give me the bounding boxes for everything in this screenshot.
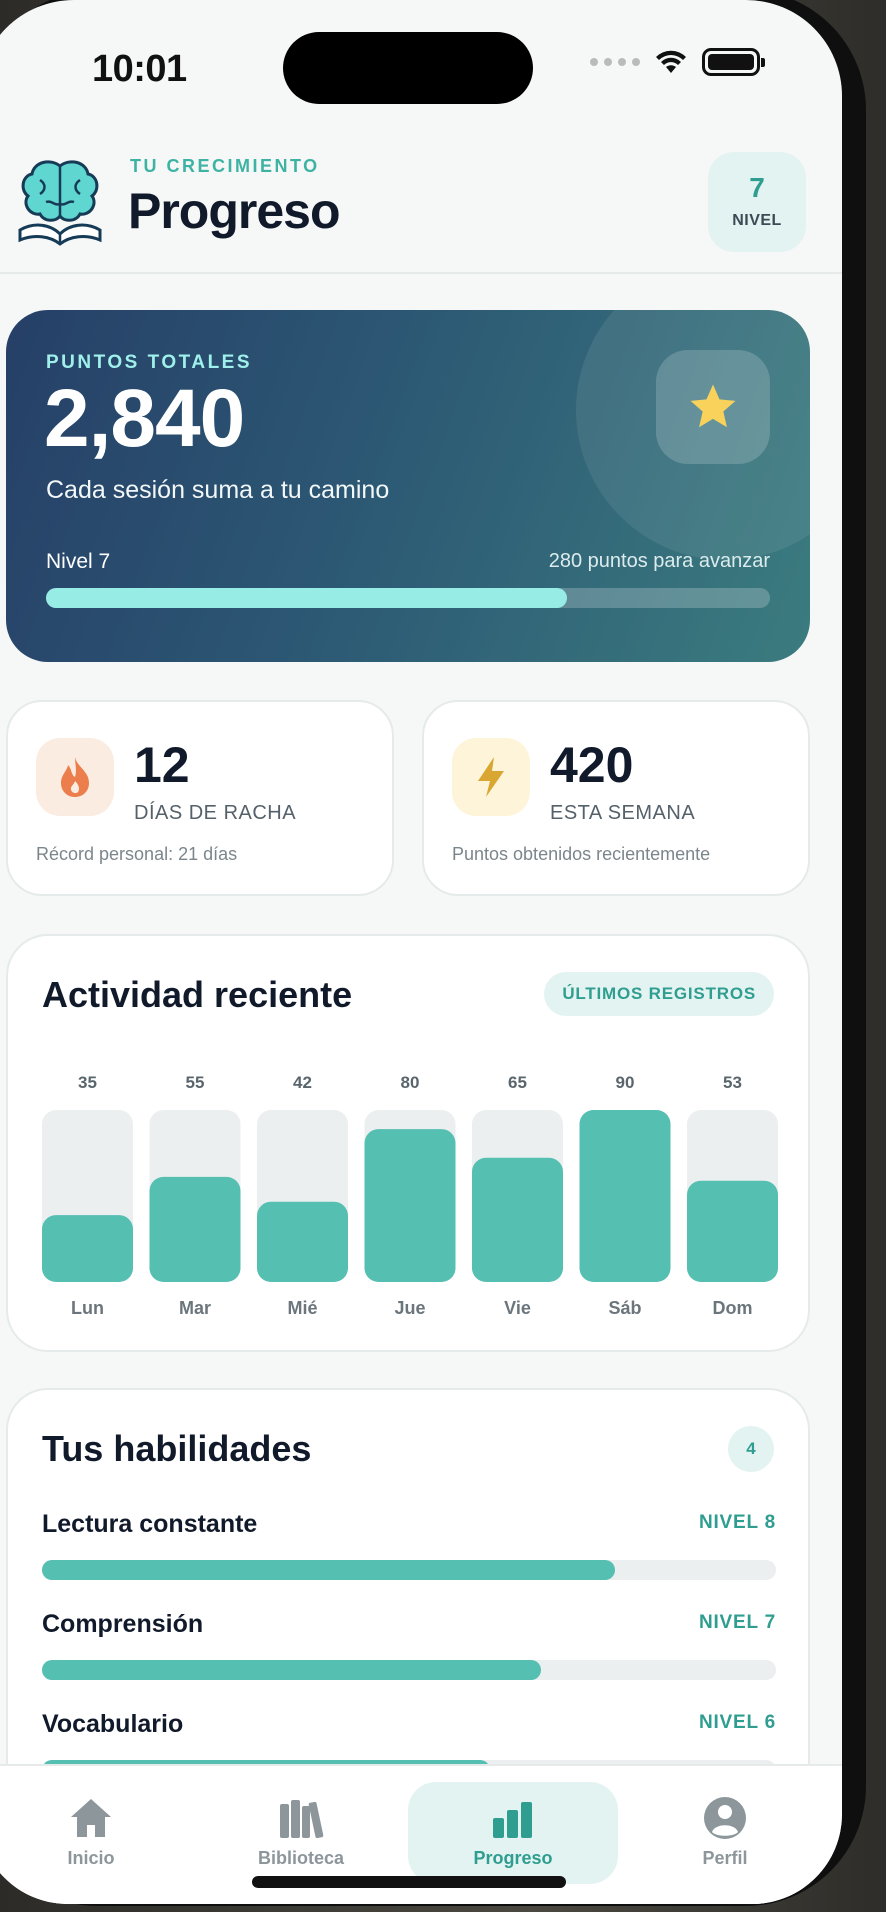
- skill-name: Comprensión: [42, 1610, 204, 1638]
- battery-icon: [702, 48, 765, 76]
- bolt-icon: [478, 757, 504, 797]
- tab-label: Inicio: [67, 1848, 115, 1868]
- tab-label: Progreso: [473, 1848, 553, 1868]
- star-badge: [656, 350, 770, 464]
- activity-bar[interactable]: [579, 1110, 671, 1282]
- tab-perfil[interactable]: Perfil: [620, 1782, 830, 1884]
- activity-title: Actividad reciente: [42, 974, 353, 1015]
- home-indicator: [252, 1876, 566, 1888]
- activity-bar[interactable]: [687, 1180, 778, 1282]
- bar-value-label: 65: [508, 1073, 527, 1092]
- bar-chart-icon: [493, 1802, 532, 1838]
- advance-hint: 280 puntos para avanzar: [548, 550, 770, 572]
- bar-value-label: 90: [616, 1073, 635, 1092]
- signal-dots-icon: [590, 58, 640, 66]
- app-screen: 10:01 TU CRECIMIENTO Progreso 7 NIVEL PU…: [0, 0, 842, 1904]
- bar-category-label: Sáb: [608, 1298, 641, 1318]
- tab-inicio[interactable]: Inicio: [0, 1782, 196, 1884]
- weekly-label: ESTA SEMANA: [550, 802, 696, 824]
- total-points-card: PUNTOS TOTALES 2,840 Cada sesión suma a …: [6, 310, 810, 662]
- weekly-value: 420: [550, 737, 634, 793]
- weekly-icon-box: [452, 738, 530, 816]
- home-icon: [71, 1799, 111, 1837]
- streak-label: DÍAS DE RACHA: [134, 802, 297, 824]
- tab-label: Biblioteca: [257, 1848, 345, 1868]
- skill-progress-track: [42, 1560, 776, 1580]
- activity-bar[interactable]: [257, 1201, 348, 1282]
- points-value: 2,840: [44, 373, 245, 464]
- bar-value-label: 53: [723, 1073, 742, 1092]
- bar-category-label: Vie: [504, 1298, 531, 1318]
- bar-category-label: Dom: [713, 1298, 753, 1318]
- activity-bar[interactable]: [149, 1176, 241, 1282]
- level-progress-fill: [46, 588, 568, 608]
- skills-title: Tus habilidades: [42, 1428, 312, 1469]
- star-icon: [690, 384, 736, 428]
- skill-level: NIVEL 7: [698, 1612, 776, 1633]
- latest-records-pill[interactable]: ÚLTIMOS REGISTROS: [544, 972, 774, 1016]
- page-header: TU CRECIMIENTO Progreso 7 NIVEL: [0, 130, 842, 274]
- page-title: Progreso: [128, 183, 341, 239]
- tab-progreso[interactable]: Progreso: [408, 1782, 618, 1884]
- skill-item[interactable]: Lectura constante NIVEL 8: [42, 1510, 776, 1580]
- activity-bar[interactable]: [364, 1129, 456, 1282]
- dynamic-island: [283, 32, 533, 104]
- bar-category-label: Mar: [179, 1298, 211, 1318]
- bar-category-label: Jue: [394, 1298, 425, 1318]
- wifi-icon: [656, 50, 686, 73]
- streak-value: 12: [134, 737, 190, 793]
- phone-frame: 10:01 TU CRECIMIENTO Progreso 7 NIVEL PU…: [0, 0, 866, 1906]
- skill-item[interactable]: Vocabulario NIVEL 6: [42, 1710, 776, 1780]
- skill-progress-fill: [42, 1560, 615, 1580]
- streak-note: Récord personal: 21 días: [36, 844, 238, 864]
- skill-name: Lectura constante: [42, 1510, 258, 1538]
- bar-value-label: 35: [78, 1073, 97, 1092]
- activity-bar-chart: 35 Lun 55 Mar 42 Mié 80 Jue 65 Vie 90 Sáb 53 Dom: [42, 1073, 778, 1318]
- level-badge[interactable]: 7 NIVEL: [708, 152, 806, 252]
- points-label: PUNTOS TOTALES: [46, 352, 253, 373]
- current-level-label: Nivel 7: [46, 550, 111, 573]
- bar-value-label: 55: [186, 1073, 205, 1092]
- skill-level: NIVEL 8: [698, 1512, 776, 1533]
- level-badge-label: NIVEL: [732, 212, 782, 229]
- bar-value-label: 42: [293, 1073, 312, 1092]
- skill-progress-track: [42, 1660, 776, 1680]
- skill-progress-fill: [42, 1660, 542, 1680]
- tab-biblioteca[interactable]: Biblioteca: [196, 1782, 406, 1884]
- skills-count-badge: 4: [728, 1426, 774, 1472]
- skill-name: Vocabulario: [42, 1710, 184, 1738]
- books-icon: [280, 1800, 324, 1839]
- flame-icon: [61, 757, 89, 797]
- skill-item[interactable]: Comprensión NIVEL 7: [42, 1610, 776, 1680]
- recent-activity-card: Actividad reciente ÚLTIMOS REGISTROS 35 L…: [6, 934, 810, 1352]
- tab-label: Perfil: [702, 1848, 748, 1868]
- person-icon: [704, 1797, 746, 1839]
- activity-bar[interactable]: [42, 1215, 133, 1282]
- level-progress-track: [46, 588, 770, 608]
- streak-card[interactable]: 12 DÍAS DE RACHA Récord personal: 21 día…: [6, 700, 394, 896]
- skill-level: NIVEL 6: [698, 1712, 776, 1733]
- bar-category-label: Mié: [287, 1298, 317, 1318]
- bar-value-label: 80: [401, 1073, 420, 1092]
- streak-icon-box: [36, 738, 114, 816]
- weekly-note: Puntos obtenidos recientemente: [452, 844, 711, 864]
- activity-bar[interactable]: [472, 1157, 563, 1282]
- level-badge-value: 7: [749, 172, 765, 203]
- weekly-points-card[interactable]: 420 ESTA SEMANA Puntos obtenidos recient…: [422, 700, 810, 896]
- status-time: 10:01: [92, 48, 187, 90]
- status-icons: [590, 48, 765, 76]
- header-eyebrow: TU CRECIMIENTO: [130, 156, 320, 176]
- points-tagline: Cada sesión suma a tu camino: [46, 476, 390, 504]
- brain-book-logo-icon: [18, 160, 102, 246]
- bar-category-label: Lun: [71, 1298, 104, 1318]
